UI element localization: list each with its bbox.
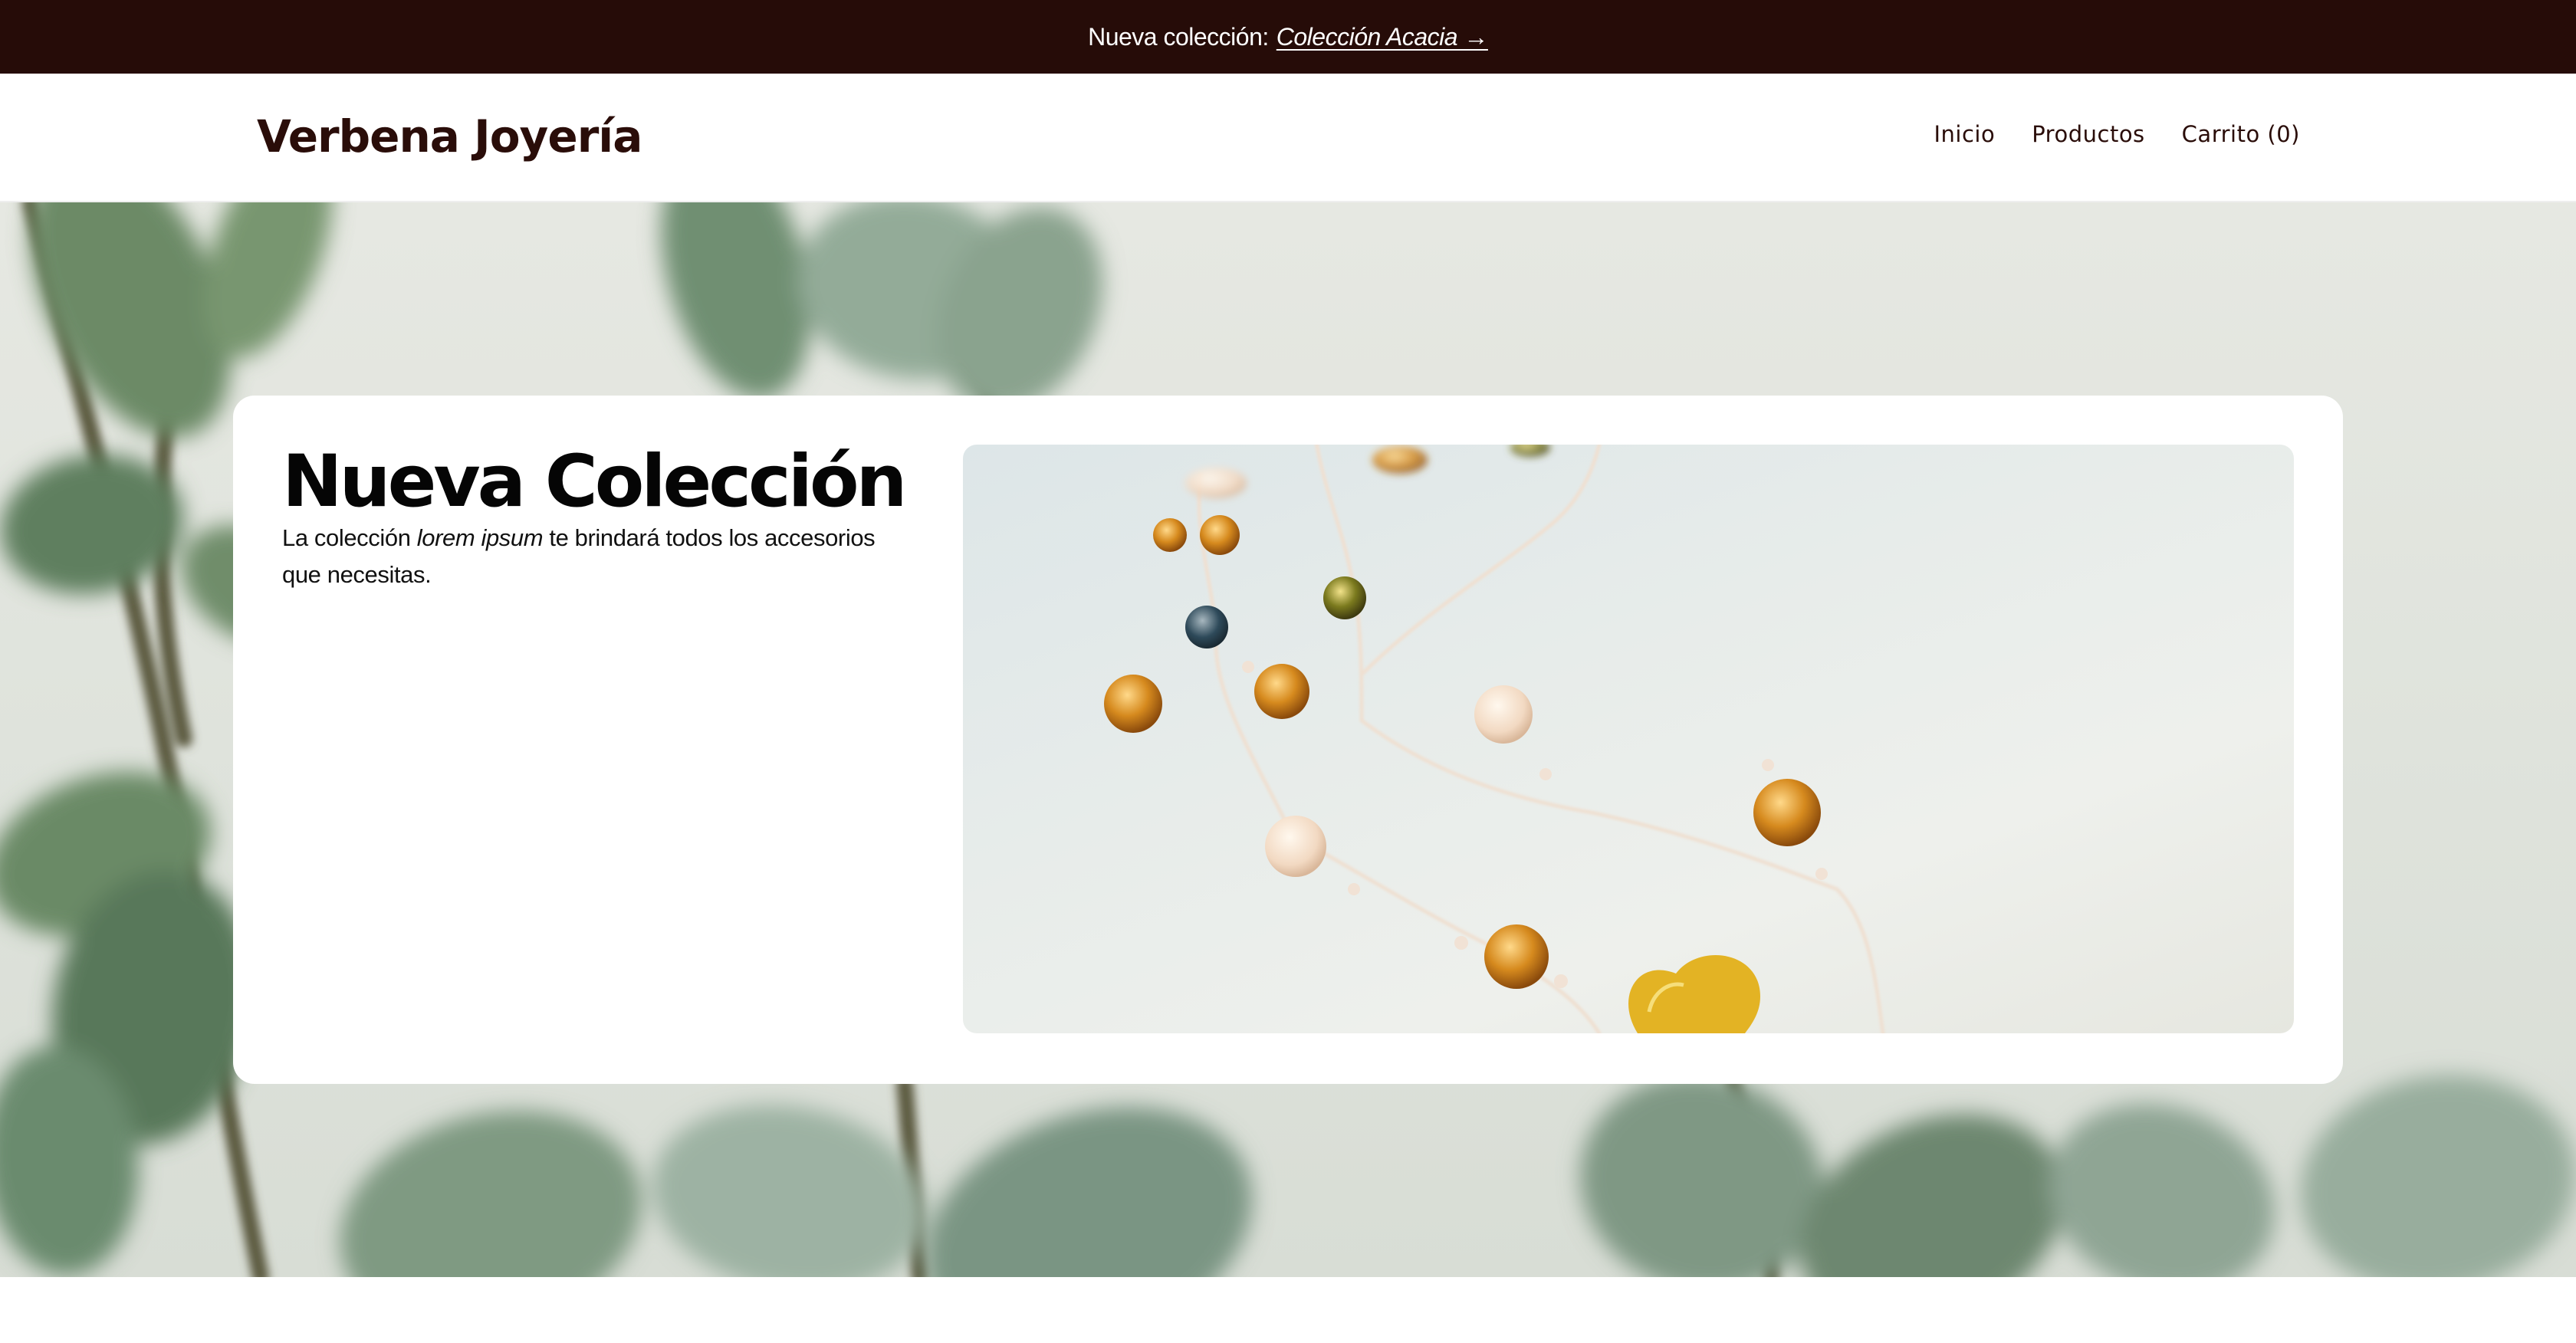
announcement-text: Nueva colección: bbox=[1088, 22, 1269, 51]
site-header: Verbena Joyería Inicio Productos Carrito… bbox=[0, 74, 2576, 202]
next-section-title-cropped bbox=[257, 1325, 1100, 1343]
hero-description: La colección lorem ipsum te brindará tod… bbox=[282, 520, 895, 593]
next-section bbox=[0, 1277, 2576, 1343]
brand-logo[interactable]: Verbena Joyería bbox=[257, 110, 642, 163]
announcement-link[interactable]: Colección Acacia → bbox=[1276, 23, 1489, 51]
main-nav: Inicio Productos Carrito (0) bbox=[1934, 121, 2300, 147]
hero-title: Nueva Colección bbox=[282, 440, 907, 524]
hero-section: Nueva Colección La colección lorem ipsum… bbox=[0, 202, 2576, 1277]
hero-image-necklace bbox=[963, 445, 2294, 1033]
nav-link-productos[interactable]: Productos bbox=[2032, 121, 2144, 147]
hero-description-start: La colección bbox=[282, 524, 417, 551]
announcement-bar: Nueva colección: Colección Acacia → bbox=[0, 0, 2576, 74]
nav-link-inicio[interactable]: Inicio bbox=[1934, 121, 1995, 147]
hero-description-emphasis: lorem ipsum bbox=[416, 524, 544, 551]
nav-link-carrito[interactable]: Carrito (0) bbox=[2182, 121, 2300, 147]
hero-card: Nueva Colección La colección lorem ipsum… bbox=[233, 396, 2343, 1084]
